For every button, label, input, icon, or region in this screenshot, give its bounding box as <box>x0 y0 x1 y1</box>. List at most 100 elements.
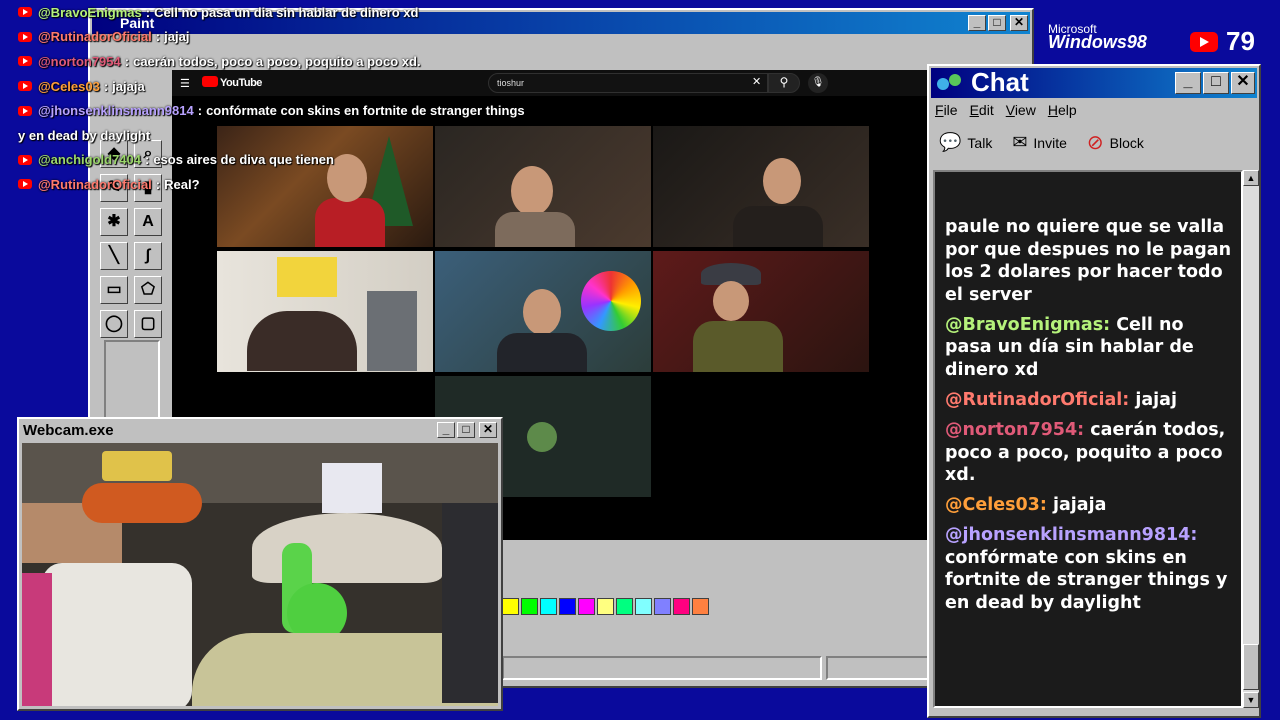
line-icon[interactable]: ╲ <box>100 242 128 270</box>
mic-icon[interactable]: 🎙 <box>808 73 828 93</box>
overlay-chat-user: @RutinadorOficial <box>38 29 152 45</box>
close-button[interactable]: ✕ <box>479 422 497 438</box>
overlay-chat-separator: : <box>197 103 203 119</box>
polygon-icon[interactable]: ⬠ <box>134 276 162 304</box>
overlay-chat-text: confórmate con skins en fortnite de stra… <box>206 103 525 119</box>
color-swatch[interactable] <box>540 598 557 615</box>
overlay-chat-text: esos aires de diva que tienen <box>153 152 334 168</box>
scroll-down-icon[interactable]: ▼ <box>1243 692 1259 708</box>
webcam-title: Webcam.exe <box>23 422 114 439</box>
windows98-label: Windows98 <box>1048 32 1147 52</box>
close-button[interactable]: ✕ <box>1231 72 1255 94</box>
video-tile[interactable] <box>653 126 869 247</box>
maximize-button[interactable]: □ <box>457 422 475 438</box>
overlay-chat-line: @BravoEnigmas: Cell no pasa un dia sin ha… <box>18 0 578 25</box>
overlay-chat-line: @anchigold7404: esos aires de diva que ti… <box>18 148 578 173</box>
overlay-chat-text: Cell no pasa un dia sin hablar de dinero… <box>154 4 419 20</box>
chat-menubar: File Edit View Help <box>935 102 1077 118</box>
rounded-rect-icon[interactable]: ▢ <box>134 310 162 338</box>
color-swatch[interactable] <box>597 598 614 615</box>
viewer-count: 79 <box>1190 26 1255 57</box>
chat-text: confórmate con skins en fortnite de stra… <box>945 547 1228 613</box>
scroll-thumb[interactable] <box>1243 644 1259 690</box>
tool-options[interactable] <box>104 340 160 424</box>
chat-username: @BravoEnigmas: <box>945 314 1117 335</box>
chat-username: @Celes03: <box>945 495 1053 516</box>
chat-titlebar[interactable]: Chat _ □ ✕ <box>931 68 1257 98</box>
overlay-chat-line: @norton7954: caerán todos, poco a poco, p… <box>18 49 578 74</box>
ellipse-icon[interactable]: ◯ <box>100 310 128 338</box>
overlay-chat-separator: : <box>155 176 161 192</box>
rectangle-icon[interactable]: ▭ <box>100 276 128 304</box>
menu-file[interactable]: File <box>935 102 958 118</box>
maximize-button[interactable]: □ <box>988 15 1006 31</box>
youtube-icon <box>18 81 32 92</box>
video-tile[interactable] <box>217 251 433 372</box>
maximize-button[interactable]: □ <box>1203 72 1229 94</box>
overlay-chat: @BravoEnigmas: Cell no pasa un dia sin ha… <box>18 0 578 197</box>
invite-icon: ✉ <box>1012 132 1028 152</box>
menu-help[interactable]: Help <box>1048 102 1077 118</box>
invite-button[interactable]: ✉ Invite <box>1012 132 1067 153</box>
text-icon[interactable]: A <box>134 208 162 236</box>
color-swatch[interactable] <box>502 598 519 615</box>
color-swatch[interactable] <box>654 598 671 615</box>
close-button[interactable]: ✕ <box>1010 15 1028 31</box>
chat-text: jajaja <box>1052 495 1107 516</box>
color-palette <box>502 598 709 615</box>
overlay-chat-user: @BravoEnigmas <box>38 4 142 20</box>
chat-scrollbar[interactable]: ▲ ▼ <box>1243 170 1259 708</box>
airbrush-icon[interactable]: ✱ <box>100 208 128 236</box>
color-swatch[interactable] <box>673 598 690 615</box>
viewer-count-value: 79 <box>1226 26 1255 56</box>
minimize-button[interactable]: _ <box>1175 72 1201 94</box>
menu-view[interactable]: View <box>1006 102 1036 118</box>
overlay-chat-user: @jhonsenklinsmann9814 <box>38 103 194 119</box>
clear-icon[interactable]: ✕ <box>752 75 761 88</box>
overlay-chat-text: Real? <box>164 176 200 192</box>
chat-message: paule no quiere que se valla por que des… <box>945 216 1235 306</box>
chat-message: @Celes03: jajaja <box>945 494 1235 517</box>
color-swatch[interactable] <box>559 598 576 615</box>
search-icon[interactable]: ⚲ <box>768 73 800 93</box>
youtube-icon <box>18 154 32 165</box>
overlay-chat-separator: : <box>103 78 109 94</box>
webcam-titlebar[interactable]: Webcam.exe _ □ ✕ <box>21 421 499 441</box>
color-swatch[interactable] <box>635 598 652 615</box>
color-swatch[interactable] <box>616 598 633 615</box>
chat-username: @norton7954: <box>945 419 1091 440</box>
color-swatch[interactable] <box>521 598 538 615</box>
color-swatch[interactable] <box>578 598 595 615</box>
overlay-chat-text: jajaja <box>112 78 145 94</box>
invite-label: Invite <box>1033 134 1067 151</box>
overlay-chat-line: @Celes03: jajaja <box>18 74 578 99</box>
chat-messages: paule no quiere que se valla por que des… <box>933 170 1243 708</box>
chat-people-icon <box>935 72 967 94</box>
chat-message: @jhonsenklinsmann9814: confórmate con sk… <box>945 524 1235 614</box>
chat-toolbar: 💬 Talk ✉ Invite ⊘ Block <box>939 130 1144 155</box>
color-swatch[interactable] <box>692 598 709 615</box>
chat-text: paule no quiere que se valla por que des… <box>945 217 1232 305</box>
webcam-window: Webcam.exe _ □ ✕ <box>17 417 503 711</box>
overlay-chat-separator: : <box>144 152 150 168</box>
video-tile[interactable] <box>653 251 869 372</box>
block-button[interactable]: ⊘ Block <box>1087 130 1144 155</box>
overlay-chat-line: @RutinadorOficial: jajaj <box>18 25 578 50</box>
talk-button[interactable]: 💬 Talk <box>939 132 992 153</box>
minimize-button[interactable]: _ <box>437 422 455 438</box>
overlay-chat-continuation: y en dead by daylight <box>18 127 151 143</box>
talk-label: Talk <box>967 134 993 151</box>
overlay-chat-line: @RutinadorOficial: Real? <box>18 172 578 197</box>
chat-username: @jhonsenklinsmann9814: <box>945 525 1198 546</box>
overlay-chat-text: jajaj <box>164 29 190 45</box>
youtube-icon <box>18 7 32 18</box>
youtube-icon <box>18 179 32 190</box>
video-tile[interactable] <box>435 251 651 372</box>
youtube-icon <box>18 31 32 42</box>
minimize-button[interactable]: _ <box>968 15 986 31</box>
menu-edit[interactable]: Edit <box>970 102 994 118</box>
overlay-chat-separator: : <box>145 4 151 20</box>
block-icon: ⊘ <box>1086 132 1104 154</box>
curve-icon[interactable]: ∫ <box>134 242 162 270</box>
scroll-up-icon[interactable]: ▲ <box>1243 170 1259 186</box>
